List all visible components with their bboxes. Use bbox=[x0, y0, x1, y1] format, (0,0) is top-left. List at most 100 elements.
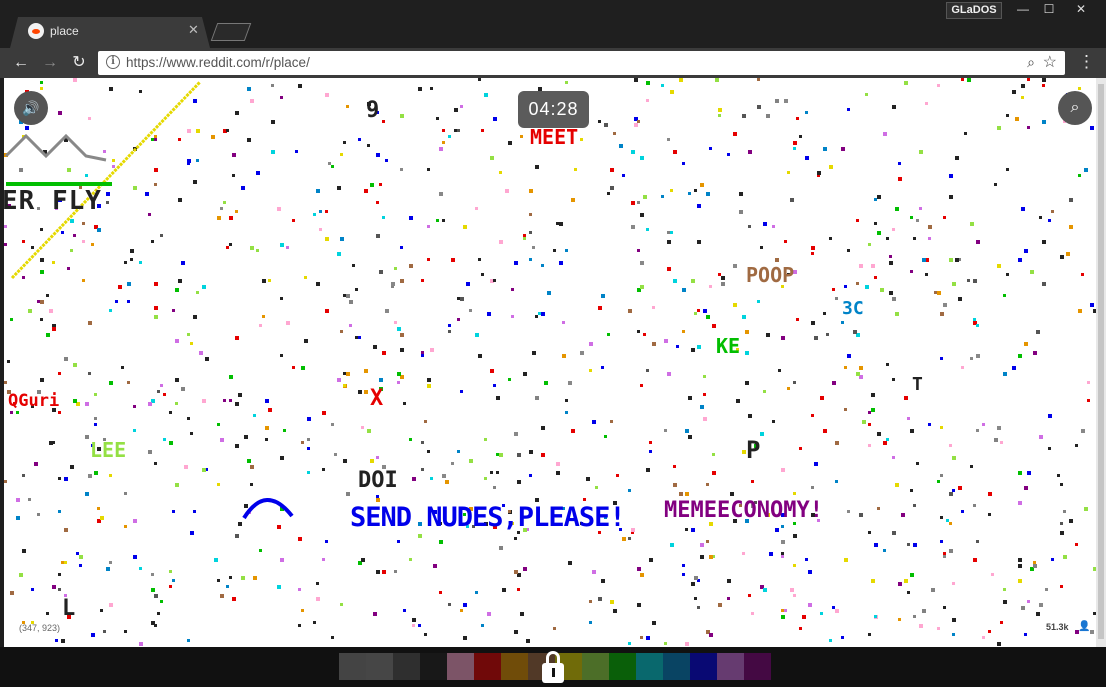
canvas-pixel bbox=[823, 429, 827, 433]
star-icon[interactable]: ☆ bbox=[1043, 52, 1057, 72]
canvas-pixel bbox=[244, 504, 248, 508]
canvas-pixel bbox=[475, 591, 478, 594]
forward-arrow-icon[interactable]: → bbox=[39, 53, 61, 73]
canvas-pixel bbox=[52, 441, 55, 444]
palette-swatch[interactable] bbox=[663, 653, 690, 680]
canvas-pixel bbox=[610, 420, 613, 423]
pixel-canvas[interactable] bbox=[4, 78, 1096, 647]
vertical-scrollbar[interactable] bbox=[1096, 78, 1106, 647]
canvas-pixel bbox=[844, 558, 848, 562]
canvas-pixel bbox=[331, 636, 334, 639]
canvas-pixel bbox=[91, 243, 94, 246]
scrollbar-thumb[interactable] bbox=[1098, 84, 1104, 639]
magnifier-icon[interactable]: ⌕ bbox=[1058, 91, 1092, 125]
canvas-pixel bbox=[88, 474, 92, 478]
browser-tab[interactable]: place ✕ bbox=[10, 17, 210, 48]
canvas-pixel bbox=[589, 600, 592, 603]
canvas-pixel bbox=[214, 558, 218, 562]
zoom-icon[interactable]: ⌕ bbox=[1027, 54, 1035, 71]
palette-swatch[interactable] bbox=[420, 653, 447, 680]
canvas-pixel bbox=[535, 396, 539, 400]
canvas-pixel bbox=[928, 423, 931, 426]
canvas-pixel bbox=[670, 90, 674, 94]
canvas-pixel bbox=[226, 585, 229, 588]
canvas-pixel bbox=[745, 381, 749, 385]
canvas-pixel bbox=[385, 309, 389, 313]
canvas-pixel bbox=[718, 108, 722, 112]
palette-swatch[interactable] bbox=[339, 653, 366, 680]
canvas-pixel bbox=[640, 384, 643, 387]
palette-swatch[interactable] bbox=[609, 653, 636, 680]
canvas-pixel bbox=[757, 78, 760, 81]
reload-icon[interactable]: ↻ bbox=[68, 53, 90, 73]
canvas-text: P bbox=[746, 436, 761, 464]
place-canvas[interactable]: ER FLY MEMEECONOMY! SEND NUDES,PLEASE! M… bbox=[4, 78, 1096, 647]
address-bar[interactable]: i https://www.reddit.com/r/place/ ⌕ ☆ bbox=[98, 51, 1065, 75]
palette-swatch[interactable] bbox=[393, 653, 420, 680]
canvas-pixel bbox=[568, 381, 572, 385]
palette-swatch[interactable] bbox=[501, 653, 528, 680]
canvas-pixel bbox=[520, 135, 523, 138]
canvas-pixel bbox=[4, 225, 7, 228]
maximize-button[interactable]: ☐ bbox=[1036, 2, 1062, 19]
canvas-pixel bbox=[715, 78, 719, 82]
canvas-pixel bbox=[973, 318, 976, 321]
canvas-pixel bbox=[790, 588, 794, 592]
canvas-pixel bbox=[739, 192, 743, 196]
new-tab-button[interactable] bbox=[210, 23, 252, 41]
canvas-pixel bbox=[1078, 309, 1082, 313]
canvas-pixel bbox=[73, 78, 77, 82]
canvas-text: QGuri bbox=[8, 391, 60, 411]
canvas-pixel bbox=[376, 234, 380, 238]
canvas-pixel bbox=[139, 261, 142, 264]
tab-close-icon[interactable]: ✕ bbox=[188, 22, 199, 38]
canvas-pixel bbox=[748, 594, 751, 597]
info-icon[interactable]: i bbox=[106, 55, 120, 69]
canvas-pixel bbox=[1069, 519, 1073, 523]
canvas-pixel bbox=[70, 249, 73, 252]
canvas-pixel bbox=[178, 279, 182, 283]
canvas-pixel bbox=[805, 558, 808, 561]
minimize-button[interactable]: — bbox=[1010, 2, 1036, 19]
canvas-pixel bbox=[256, 249, 259, 252]
canvas-pixel bbox=[493, 486, 496, 489]
palette-swatch[interactable] bbox=[717, 653, 744, 680]
canvas-pixel bbox=[682, 564, 685, 567]
canvas-pixel bbox=[514, 432, 518, 436]
close-window-button[interactable]: ✕ bbox=[1066, 2, 1096, 19]
canvas-pixel bbox=[442, 219, 445, 222]
canvas-pixel bbox=[76, 552, 79, 555]
palette-swatch[interactable] bbox=[636, 653, 663, 680]
canvas-pixel bbox=[1021, 84, 1025, 88]
canvas-pixel bbox=[829, 237, 832, 240]
canvas-pixel bbox=[340, 603, 343, 606]
back-arrow-icon[interactable]: ← bbox=[10, 53, 32, 73]
canvas-pixel bbox=[160, 234, 163, 237]
canvas-pixel bbox=[238, 522, 242, 526]
profile-button[interactable]: GLaDOS bbox=[946, 2, 1002, 19]
canvas-pixel bbox=[805, 156, 809, 160]
canvas-pixel bbox=[919, 624, 923, 628]
canvas-pixel bbox=[703, 375, 706, 378]
palette-swatch[interactable] bbox=[366, 653, 393, 680]
canvas-pixel bbox=[562, 354, 566, 358]
palette-swatch[interactable] bbox=[744, 653, 771, 680]
canvas-pixel bbox=[859, 264, 863, 268]
speaker-icon[interactable]: 🔊 bbox=[14, 91, 48, 125]
url-text[interactable]: https://www.reddit.com/r/place/ bbox=[126, 55, 310, 70]
canvas-pixel bbox=[496, 471, 499, 474]
kebab-menu-icon[interactable]: ⋮ bbox=[1078, 52, 1095, 72]
palette-swatch[interactable] bbox=[474, 653, 501, 680]
canvas-pixel bbox=[340, 237, 344, 241]
canvas-pixel bbox=[1015, 117, 1019, 121]
canvas-pixel bbox=[718, 114, 721, 117]
canvas-pixel bbox=[559, 261, 563, 265]
canvas-pixel bbox=[73, 399, 77, 403]
canvas-pixel bbox=[337, 252, 341, 256]
lock-icon[interactable] bbox=[540, 651, 566, 685]
palette-swatch[interactable] bbox=[690, 653, 717, 680]
canvas-text: L bbox=[62, 596, 76, 621]
palette-swatch[interactable] bbox=[447, 653, 474, 680]
palette-swatch[interactable] bbox=[582, 653, 609, 680]
canvas-pixel bbox=[85, 402, 89, 406]
